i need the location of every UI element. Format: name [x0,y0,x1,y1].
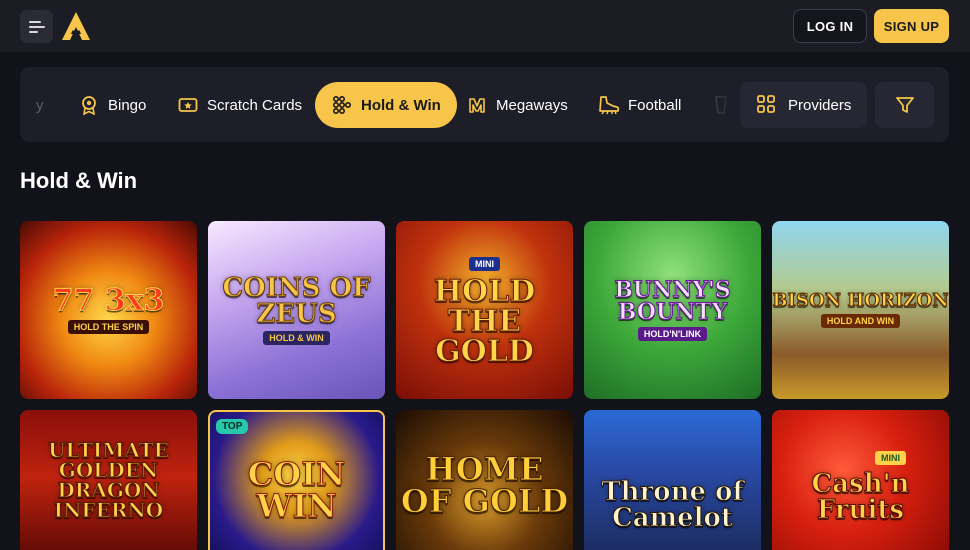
category-hold-win[interactable]: Hold & Win [315,82,457,128]
game-tile[interactable]: COINS OF ZEUS HOLD & WIN [208,221,385,399]
category-label: Hold & Win [361,96,441,114]
category-label: Bingo [108,96,147,114]
game-title: COINS OF ZEUS [222,272,371,329]
game-tile[interactable]: BISON HORIZON HOLD AND WIN [772,221,949,399]
category-bingo[interactable]: Bingo [78,82,146,128]
game-title: HOME OF GOLD [400,450,569,520]
game-tile[interactable]: MINI HOLD THE GOLD [396,221,573,399]
game-subtitle: HOLD & WIN [263,330,330,345]
game-badge-mini: MINI [875,451,906,465]
game-title: HOLD THE GOLD [433,274,536,369]
game-tile[interactable]: MINI Cash'n Fruits [772,410,949,550]
category-label: Football [628,96,682,114]
hold-win-icon [331,94,353,116]
category-clipped[interactable]: y [36,82,44,128]
game-subtitle: HOLD AND WIN [820,313,901,328]
category-scratch-cards[interactable]: Scratch Cards [177,82,302,128]
game-title: BUNNY'S BOUNTY [614,276,731,325]
game-title: Cash'n Fruits [811,469,910,525]
game-tile[interactable]: BUNNY'S BOUNTY HOLD'N'LINK [584,221,761,399]
bingo-icon [78,94,100,116]
megaways-icon [466,94,488,116]
providers-label: Providers [788,96,852,114]
category-label: Scratch Cards [207,96,303,114]
section-title: Hold & Win [20,168,138,193]
brand-logo-icon[interactable] [60,10,92,42]
hamburger-menu-icon [28,20,45,33]
grid-icon [756,94,778,116]
game-title: ULTIMATE GOLDEN DRAGON INFERNO [48,438,170,522]
category-label: Megaways [496,96,568,114]
top-badge: TOP [216,419,249,434]
game-badge-mini: MINI [469,257,500,271]
scratch-cards-icon [177,94,199,116]
category-football[interactable]: Football [598,82,681,128]
category-clipped-label: y [36,96,44,114]
game-tile[interactable]: ULTIMATE GOLDEN DRAGON INFERNO [20,410,197,550]
category-bar: y Bingo Scratch Cards Hold & Win Megaway… [20,67,949,142]
game-title: BISON HORIZON [772,289,949,311]
game-title: Throne of Camelot [601,477,744,533]
game-tile[interactable]: TOP COIN WIN [208,410,385,550]
game-title: 77 3x3 [52,282,165,318]
providers-button[interactable]: Providers [740,82,867,128]
game-title: COIN WIN [247,455,346,525]
top-bar: LOG IN SIGN UP [0,0,970,52]
filter-button[interactable] [875,82,934,128]
filter-icon [895,97,914,113]
game-tile[interactable]: HOME OF GOLD [396,410,573,550]
signup-button[interactable]: SIGN UP [874,9,949,43]
football-boot-icon [598,94,620,116]
menu-button[interactable] [20,10,53,43]
category-megaways[interactable]: Megaways [466,82,568,128]
game-subtitle: HOLD THE SPIN [67,319,150,334]
scroll-fade [700,67,742,142]
game-subtitle: HOLD'N'LINK [637,326,708,341]
game-tile[interactable]: Throne of Camelot [584,410,761,550]
game-tile[interactable]: 77 3x3 HOLD THE SPIN [20,221,197,399]
login-button[interactable]: LOG IN [793,9,867,43]
